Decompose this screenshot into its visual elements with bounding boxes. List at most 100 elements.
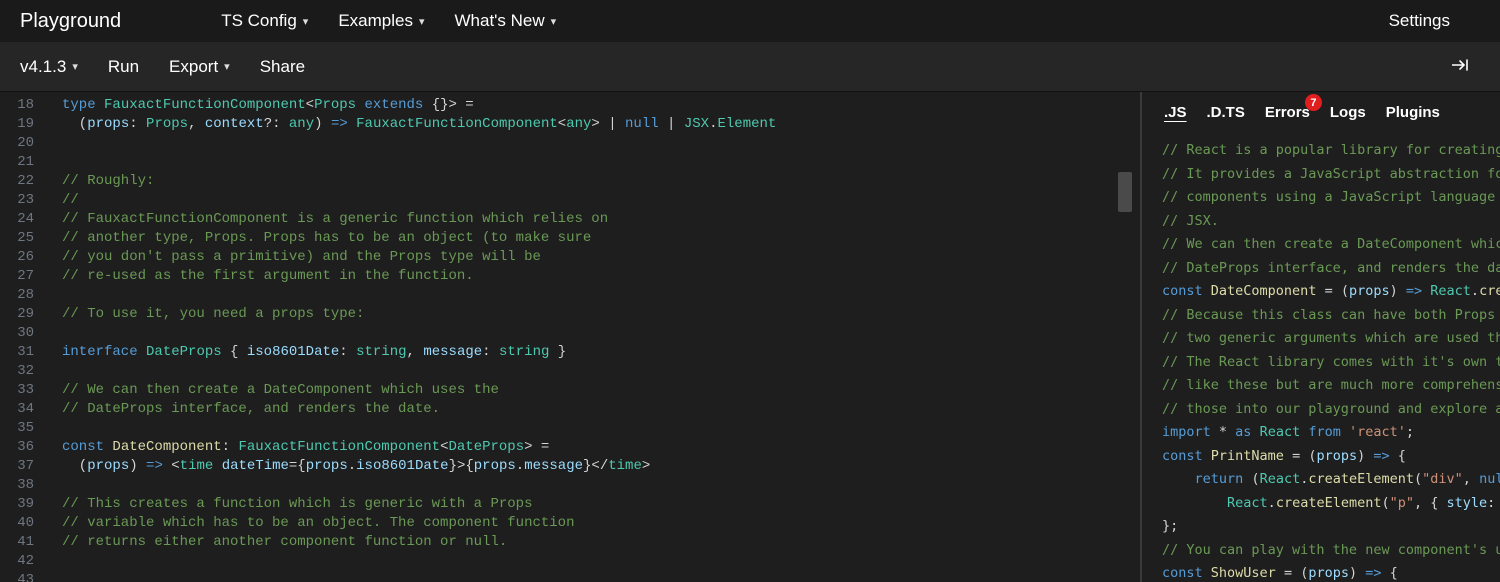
line-number: 25 — [0, 229, 48, 248]
code-line[interactable] — [48, 134, 62, 153]
code-line[interactable]: // To use it, you need a props type: — [48, 305, 364, 324]
line-number: 38 — [0, 476, 48, 495]
line-number: 36 — [0, 438, 48, 457]
code-line[interactable]: // variable which has to be an object. T… — [48, 514, 574, 533]
line-number: 21 — [0, 153, 48, 172]
nav-item-label: Examples — [338, 11, 413, 31]
output-line: // It provides a JavaScript abstraction … — [1162, 163, 1500, 187]
output-tabs: .JS .D.TS Errors 7 Logs Plugins — [1142, 92, 1500, 131]
version-selector[interactable]: v4.1.3 ▾ — [20, 57, 78, 77]
line-number: 41 — [0, 533, 48, 552]
line-number: 31 — [0, 343, 48, 362]
output-line: // Because this class can have both Prop… — [1162, 304, 1500, 328]
code-line[interactable]: // This creates a function which is gene… — [48, 495, 532, 514]
code-editor[interactable]: 18type FauxactFunctionComponent<Props ex… — [0, 92, 1142, 582]
line-number: 34 — [0, 400, 48, 419]
code-line[interactable] — [48, 362, 62, 381]
code-line[interactable] — [48, 286, 62, 305]
line-number: 43 — [0, 571, 48, 582]
code-line[interactable]: // another type, Props. Props has to be … — [48, 229, 591, 248]
line-number: 27 — [0, 267, 48, 286]
chevron-down-icon: ▾ — [551, 15, 557, 28]
line-number: 26 — [0, 248, 48, 267]
code-line[interactable] — [48, 153, 62, 172]
line-number: 20 — [0, 134, 48, 153]
line-number: 18 — [0, 96, 48, 115]
code-line[interactable]: // returns either another component func… — [48, 533, 507, 552]
output-code: // React is a popular library for creati… — [1142, 131, 1500, 582]
line-number: 29 — [0, 305, 48, 324]
chevron-down-icon: ▾ — [303, 15, 309, 28]
code-line[interactable]: (props: Props, context?: any) => Fauxact… — [48, 115, 776, 134]
output-line: // JSX. — [1162, 210, 1500, 234]
line-number: 30 — [0, 324, 48, 343]
chevron-down-icon: ▾ — [72, 60, 78, 73]
line-number: 39 — [0, 495, 48, 514]
code-line[interactable]: // DateProps interface, and renders the … — [48, 400, 440, 419]
output-line: // DateProps interface, and renders the … — [1162, 257, 1500, 281]
nav-item-examples[interactable]: Examples▾ — [338, 11, 424, 31]
tab-logs[interactable]: Logs — [1330, 104, 1366, 121]
tab-dts[interactable]: .D.TS — [1207, 104, 1245, 121]
nav-item-label: What's New — [454, 11, 544, 31]
code-line[interactable]: // Roughly: — [48, 172, 154, 191]
code-line[interactable]: // FauxactFunctionComponent is a generic… — [48, 210, 608, 229]
output-line: const ShowUser = (props) => { — [1162, 562, 1500, 582]
export-menu[interactable]: Export ▾ — [169, 57, 230, 77]
line-number: 23 — [0, 191, 48, 210]
tab-js[interactable]: .JS — [1164, 104, 1187, 121]
settings-link[interactable]: Settings — [1389, 11, 1450, 31]
tab-errors-label: Errors — [1265, 104, 1310, 121]
export-label: Export — [169, 57, 218, 77]
code-line[interactable]: // We can then create a DateComponent wh… — [48, 381, 499, 400]
code-line[interactable]: const DateComponent: FauxactFunctionComp… — [48, 438, 549, 457]
code-line[interactable]: type FauxactFunctionComponent<Props exte… — [48, 96, 474, 115]
code-line[interactable]: (props) => <time dateTime={props.iso8601… — [48, 457, 650, 476]
code-line[interactable]: // re-used as the first argument in the … — [48, 267, 474, 286]
line-number: 40 — [0, 514, 48, 533]
code-line[interactable]: // you don't pass a primitive) and the P… — [48, 248, 541, 267]
code-line[interactable]: interface DateProps { iso8601Date: strin… — [48, 343, 566, 362]
brand-title: Playground — [20, 10, 121, 33]
tab-plugins[interactable]: Plugins — [1386, 104, 1440, 121]
output-line: const PrintName = (props) => { — [1162, 445, 1500, 469]
output-line: import * as React from 'react'; — [1162, 421, 1500, 445]
line-number: 24 — [0, 210, 48, 229]
code-line[interactable] — [48, 419, 62, 438]
line-number: 32 — [0, 362, 48, 381]
share-button[interactable]: Share — [260, 57, 305, 77]
collapse-sidebar-icon[interactable] — [1442, 58, 1480, 76]
output-line: const DateComponent = (props) => React.c… — [1162, 280, 1500, 304]
output-line: // React is a popular library for creati… — [1162, 139, 1500, 163]
code-line[interactable]: // — [48, 191, 79, 210]
output-line: // components using a JavaScript languag… — [1162, 186, 1500, 210]
output-line: return (React.createElement("div", null, — [1162, 468, 1500, 492]
output-line: // We can then create a DateComponent wh… — [1162, 233, 1500, 257]
output-line: // You can play with the new component's… — [1162, 539, 1500, 563]
tab-errors[interactable]: Errors 7 — [1265, 104, 1310, 121]
code-line[interactable] — [48, 571, 62, 582]
run-button[interactable]: Run — [108, 57, 139, 77]
output-line: // The React library comes with it's own… — [1162, 351, 1500, 375]
topbar: Playground TS Config▾Examples▾What's New… — [0, 0, 1500, 42]
toolbar: v4.1.3 ▾ Run Export ▾ Share — [0, 42, 1500, 92]
nav-item-ts-config[interactable]: TS Config ▾ — [221, 11, 308, 31]
output-line: // those into our playground and explore… — [1162, 398, 1500, 422]
line-number: 19 — [0, 115, 48, 134]
scrollbar-thumb[interactable] — [1118, 172, 1132, 212]
nav-item-what's-new[interactable]: What's New ▾ — [454, 11, 556, 31]
code-line[interactable] — [48, 552, 62, 571]
line-number: 42 — [0, 552, 48, 571]
code-line[interactable] — [48, 324, 62, 343]
nav-item-label: TS Config — [221, 11, 297, 31]
line-number: 37 — [0, 457, 48, 476]
code-line[interactable] — [48, 476, 62, 495]
output-line: React.createElement("p", { style: { fon — [1162, 492, 1500, 516]
output-panel: .JS .D.TS Errors 7 Logs Plugins // React… — [1142, 92, 1500, 582]
chevron-down-icon: ▾ — [224, 60, 230, 73]
line-number: 22 — [0, 172, 48, 191]
line-number: 28 — [0, 286, 48, 305]
version-label: v4.1.3 — [20, 57, 66, 77]
line-number: 35 — [0, 419, 48, 438]
output-line: // two generic arguments which are used … — [1162, 327, 1500, 351]
